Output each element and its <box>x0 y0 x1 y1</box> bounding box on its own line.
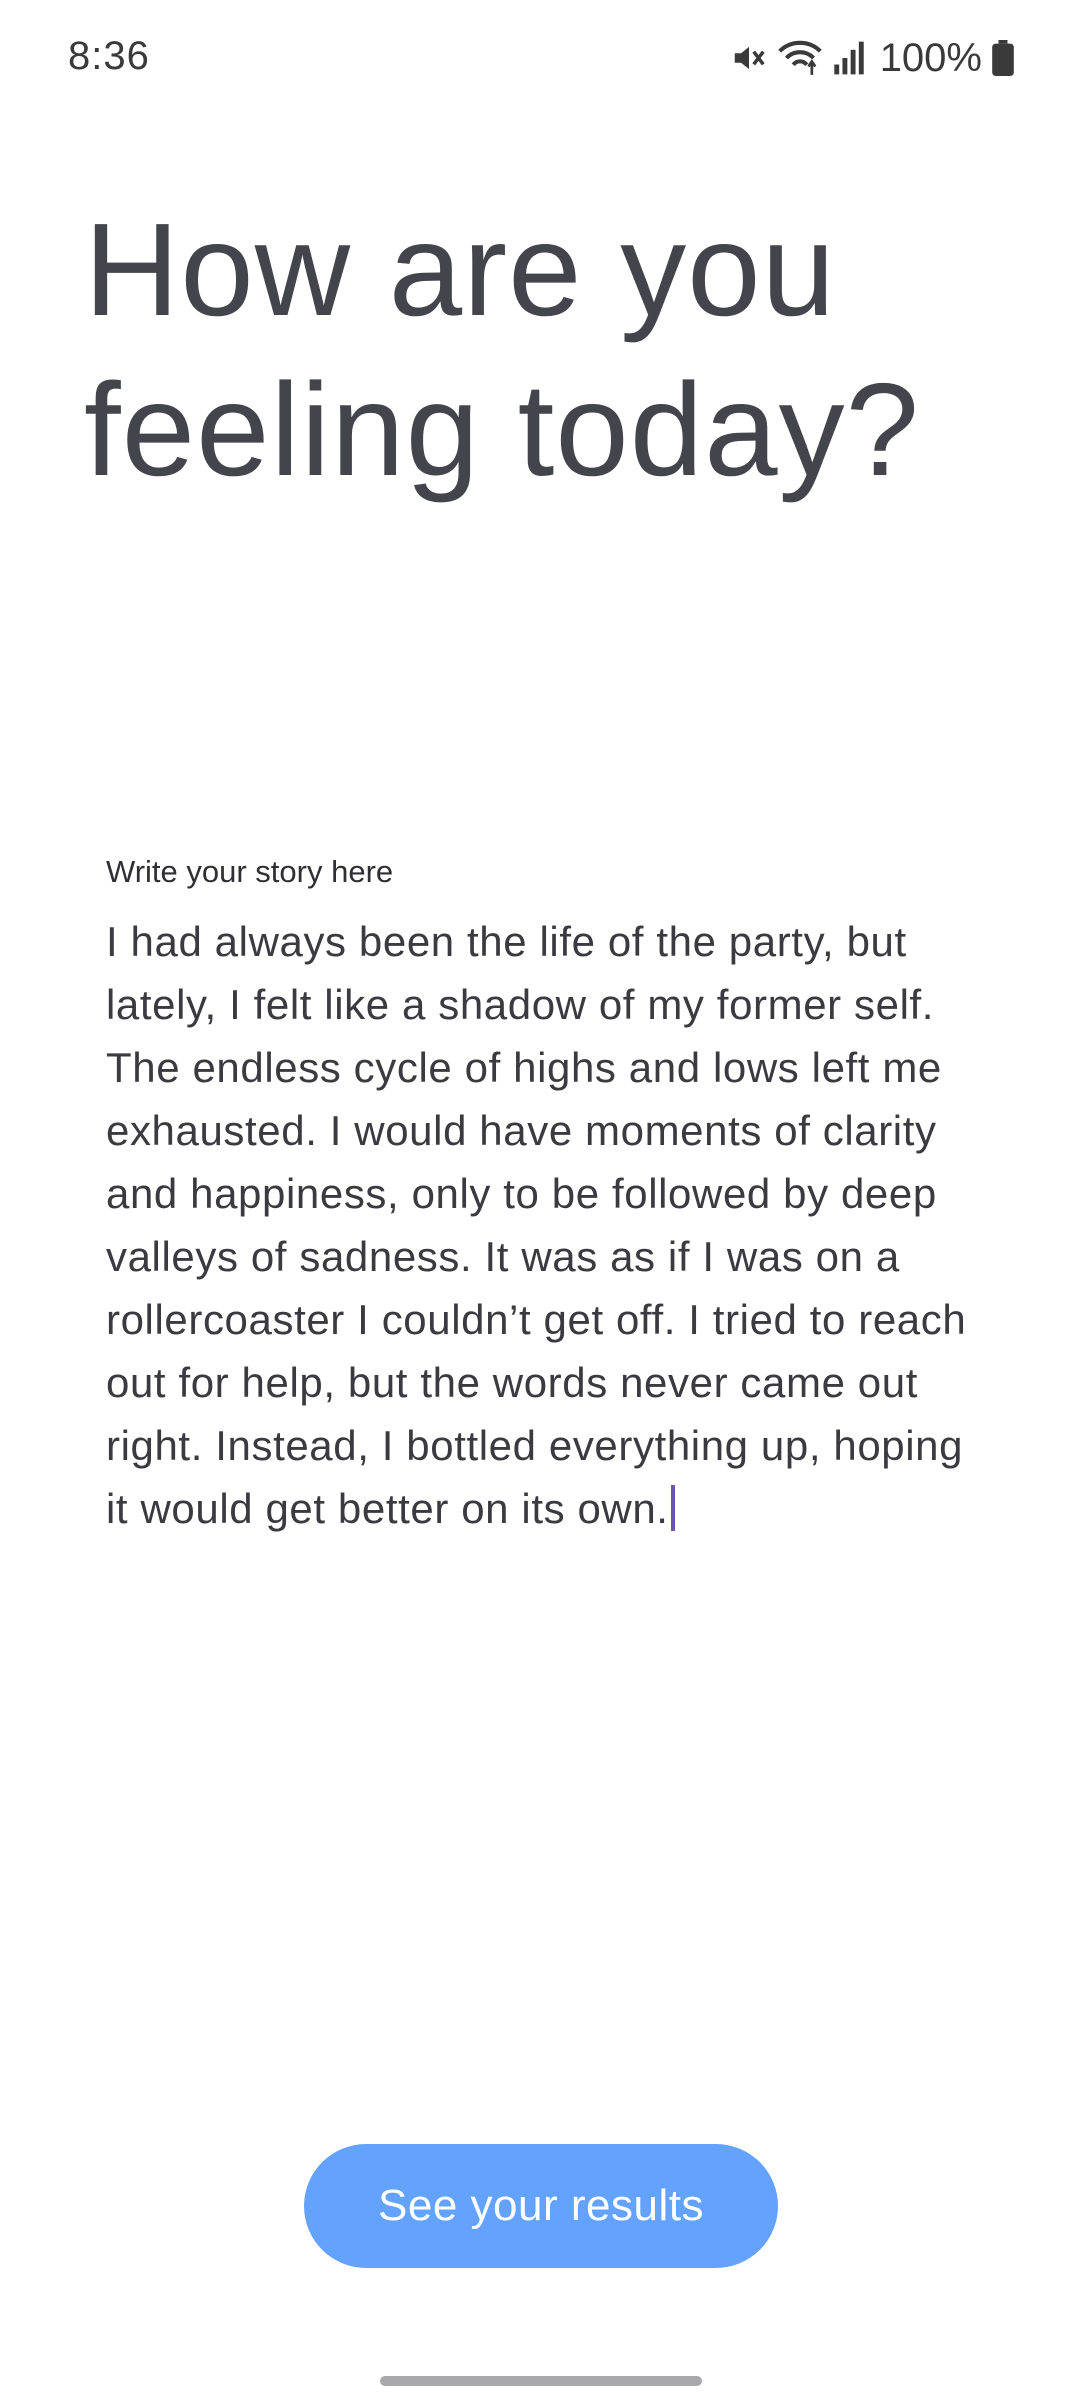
battery-icon <box>992 40 1014 76</box>
status-bar: 8:36 100% <box>0 0 1080 120</box>
wifi-icon <box>777 39 822 77</box>
see-results-button[interactable]: See your results <box>304 2144 778 2268</box>
signal-icon <box>832 40 866 76</box>
status-icons: 100% <box>730 30 1014 86</box>
mute-icon <box>730 39 768 77</box>
text-cursor <box>670 1485 675 1531</box>
story-input[interactable]: I had always been the life of the party,… <box>106 910 986 1540</box>
battery-percentage: 100% <box>879 35 982 80</box>
story-input-text: I had always been the life of the party,… <box>106 918 967 1532</box>
gesture-navigation-bar[interactable] <box>380 2376 702 2386</box>
page-title: How are you feeling today? <box>84 196 920 503</box>
story-field-label: Write your story here <box>106 854 394 889</box>
status-time: 8:36 <box>68 34 150 78</box>
